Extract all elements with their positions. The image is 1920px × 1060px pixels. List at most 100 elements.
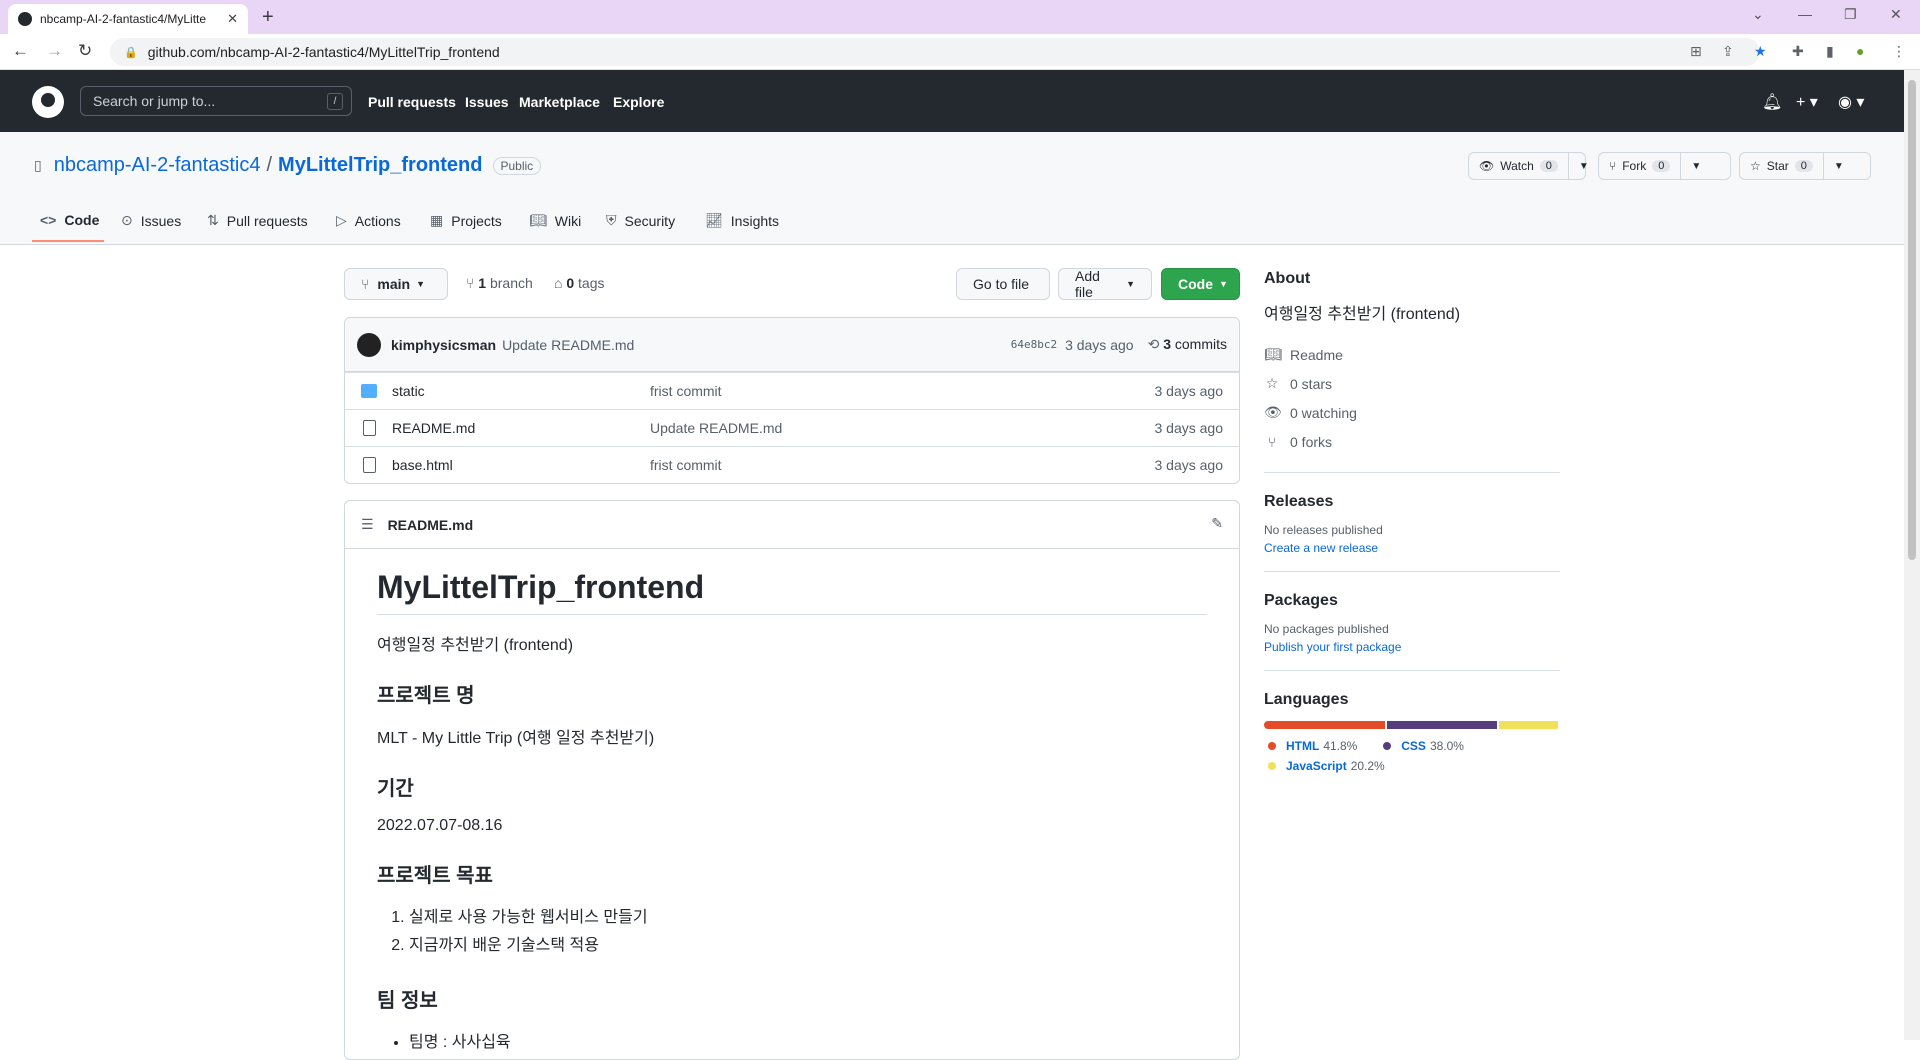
create-new-icon[interactable]: + ▾ bbox=[1796, 92, 1818, 112]
language-javascript[interactable]: JavaScript 20.2% bbox=[1264, 759, 1385, 773]
repo-sidebar: About 여행일정 추천받기 (frontend) 📖︎ Readme ☆ 0 s… bbox=[1264, 270, 1560, 777]
star-icon: ☆ bbox=[1750, 159, 1761, 173]
nav-explore[interactable]: Explore bbox=[613, 94, 664, 110]
commit-sha-link[interactable]: 64e8bc2 bbox=[1011, 338, 1057, 351]
tab-issues[interactable]: ⊙ Issues bbox=[121, 212, 181, 229]
stars-link[interactable]: ☆ 0 stars bbox=[1264, 369, 1560, 398]
commit-author-link[interactable]: kimphysicsman bbox=[391, 337, 496, 353]
language-color-dot bbox=[1268, 742, 1276, 750]
search-input[interactable]: Search or jump to... / bbox=[80, 86, 352, 116]
browser-tab[interactable]: nbcamp-AI-2-fantastic4/MyLitte ✕ bbox=[8, 4, 248, 34]
file-row: base.html frist commit 3 days ago bbox=[345, 446, 1239, 483]
releases-heading: Releases bbox=[1264, 493, 1334, 510]
watch-dropdown-icon[interactable]: ▼ bbox=[1569, 161, 1599, 172]
side-panel-icon[interactable]: ▮ bbox=[1826, 43, 1834, 60]
create-release-link[interactable]: Create a new release bbox=[1264, 541, 1378, 555]
language-css[interactable]: CSS 38.0% bbox=[1379, 739, 1464, 753]
share-icon[interactable]: ⇪ bbox=[1722, 43, 1734, 60]
branch-icon: ⑂ bbox=[361, 276, 370, 292]
tab-search-icon[interactable]: ⌄ bbox=[1752, 6, 1764, 23]
restore-icon[interactable]: ❐ bbox=[1844, 6, 1857, 23]
forward-icon[interactable]: → bbox=[46, 41, 63, 61]
tab-pull-requests[interactable]: ⇅ Pull requests bbox=[207, 212, 308, 229]
avatar[interactable] bbox=[357, 332, 381, 357]
star-button[interactable]: ☆ Star 0 ▼ bbox=[1739, 152, 1871, 180]
back-icon[interactable]: ← bbox=[12, 41, 29, 61]
tab-insights[interactable]: 📈︎ Insights bbox=[705, 212, 779, 229]
tags-link[interactable]: ⌂ 0 tags bbox=[554, 275, 605, 291]
readme-body: MyLittelTrip_frontend 여행일정 추천받기 (fronten… bbox=[345, 569, 1239, 1057]
readme-link[interactable]: 📖︎ Readme bbox=[1264, 340, 1560, 369]
visibility-badge: Public bbox=[492, 156, 542, 175]
fork-dropdown-icon[interactable]: ▼ bbox=[1681, 161, 1711, 172]
commits-link[interactable]: ⟲ 3 commits bbox=[1148, 336, 1227, 353]
list-item: 실제로 사용 가능한 웹서비스 만들기 bbox=[409, 904, 1207, 932]
notification-bell-icon[interactable]: 🔔︎ bbox=[1762, 92, 1782, 112]
close-tab-icon[interactable]: ✕ bbox=[227, 11, 238, 27]
branch-name: main bbox=[377, 276, 411, 292]
file-name-link[interactable]: README.md bbox=[392, 420, 475, 436]
nav-marketplace[interactable]: Marketplace bbox=[519, 94, 600, 110]
go-to-file-button[interactable]: Go to file bbox=[956, 268, 1050, 300]
file-age: 3 days ago bbox=[1154, 383, 1224, 399]
nav-issues[interactable]: Issues bbox=[465, 94, 509, 110]
url-input[interactable]: 🔒 github.com/nbcamp-AI-2-fantastic4/MyLi… bbox=[110, 38, 1760, 66]
tab-pull-requests-label: Pull requests bbox=[226, 212, 308, 229]
language-bar-segment bbox=[1387, 721, 1498, 729]
bookmark-star-icon[interactable]: ★ bbox=[1754, 43, 1767, 60]
file-commit-message-link[interactable]: Update README.md bbox=[650, 420, 782, 436]
search-shortcut-key: / bbox=[327, 93, 343, 110]
readme-file-link[interactable]: README.md bbox=[388, 517, 474, 533]
readme-heading-team: 팀 정보 bbox=[377, 990, 438, 1012]
tab-wiki[interactable]: 📖︎ Wiki bbox=[529, 212, 581, 229]
commit-message-link[interactable]: Update README.md bbox=[502, 337, 1011, 353]
file-commit-message-link[interactable]: frist commit bbox=[650, 383, 722, 399]
github-logo-icon[interactable] bbox=[32, 86, 64, 118]
tab-projects[interactable]: ▦ Projects bbox=[430, 212, 502, 229]
extensions-icon[interactable]: ✚ bbox=[1792, 43, 1804, 60]
forks-link[interactable]: ⑂ 0 forks bbox=[1264, 427, 1560, 456]
star-dropdown-icon[interactable]: ▼ bbox=[1824, 161, 1854, 172]
publish-package-link[interactable]: Publish your first package bbox=[1264, 640, 1401, 654]
translate-icon[interactable]: ⊞ bbox=[1690, 43, 1702, 60]
readme-intro: 여행일정 추천받기 (frontend) bbox=[377, 637, 574, 654]
user-avatar-icon[interactable]: ◉ ▾ bbox=[1838, 92, 1864, 112]
issue-icon: ⊙ bbox=[121, 212, 133, 228]
add-file-button[interactable]: Add file ▼ bbox=[1058, 268, 1152, 300]
scrollbar-thumb[interactable] bbox=[1908, 80, 1916, 560]
branches-link[interactable]: ⑂ 1 branch bbox=[466, 275, 533, 291]
tab-security[interactable]: ⛨ Security bbox=[606, 212, 675, 229]
file-row: README.md Update README.md 3 days ago bbox=[345, 409, 1239, 446]
new-tab-button[interactable]: + bbox=[262, 6, 274, 29]
watch-label: Watch bbox=[1500, 159, 1534, 173]
outline-list-icon[interactable]: ☰ bbox=[361, 516, 374, 533]
profile-avatar-icon[interactable]: ● bbox=[1856, 43, 1864, 59]
fork-button[interactable]: ⑂ Fork 0 ▼ bbox=[1598, 152, 1731, 180]
watching-label: 0 watching bbox=[1290, 404, 1357, 421]
repo-name-link[interactable]: MyLittelTrip_frontend bbox=[278, 154, 482, 177]
branches-label: branch bbox=[489, 275, 533, 291]
reload-icon[interactable]: ↻ bbox=[78, 41, 92, 61]
commit-time: 3 days ago bbox=[1065, 336, 1134, 353]
tab-actions[interactable]: ▷ Actions bbox=[336, 212, 401, 229]
watching-link[interactable]: 👁︎ 0 watching bbox=[1264, 398, 1560, 427]
repo-icon: ▯ bbox=[34, 157, 42, 173]
minimize-icon[interactable]: — bbox=[1798, 6, 1812, 22]
tab-code[interactable]: <> Code bbox=[40, 212, 99, 228]
file-name-link[interactable]: static bbox=[392, 383, 425, 399]
page-scrollbar[interactable] bbox=[1904, 70, 1920, 1040]
chrome-menu-icon[interactable]: ⋮ bbox=[1892, 43, 1906, 60]
nav-pull-requests[interactable]: Pull requests bbox=[368, 94, 456, 110]
branch-select-button[interactable]: ⑂ main ▼ bbox=[344, 268, 448, 300]
code-button[interactable]: Code ▼ bbox=[1161, 268, 1240, 300]
close-window-icon[interactable]: ✕ bbox=[1890, 6, 1902, 23]
edit-pencil-icon[interactable]: ✎ bbox=[1211, 515, 1223, 532]
watch-button[interactable]: 👁︎ Watch 0 ▼ bbox=[1468, 152, 1589, 180]
file-row: static frist commit 3 days ago bbox=[345, 372, 1239, 409]
language-html[interactable]: HTML 41.8% bbox=[1264, 739, 1357, 753]
readme-heading-period: 기간 bbox=[377, 778, 414, 800]
repo-owner-link[interactable]: nbcamp-AI-2-fantastic4 bbox=[54, 154, 261, 177]
file-commit-message-link[interactable]: frist commit bbox=[650, 457, 722, 473]
file-name-link[interactable]: base.html bbox=[392, 457, 453, 473]
graph-icon: 📈︎ bbox=[705, 212, 723, 228]
